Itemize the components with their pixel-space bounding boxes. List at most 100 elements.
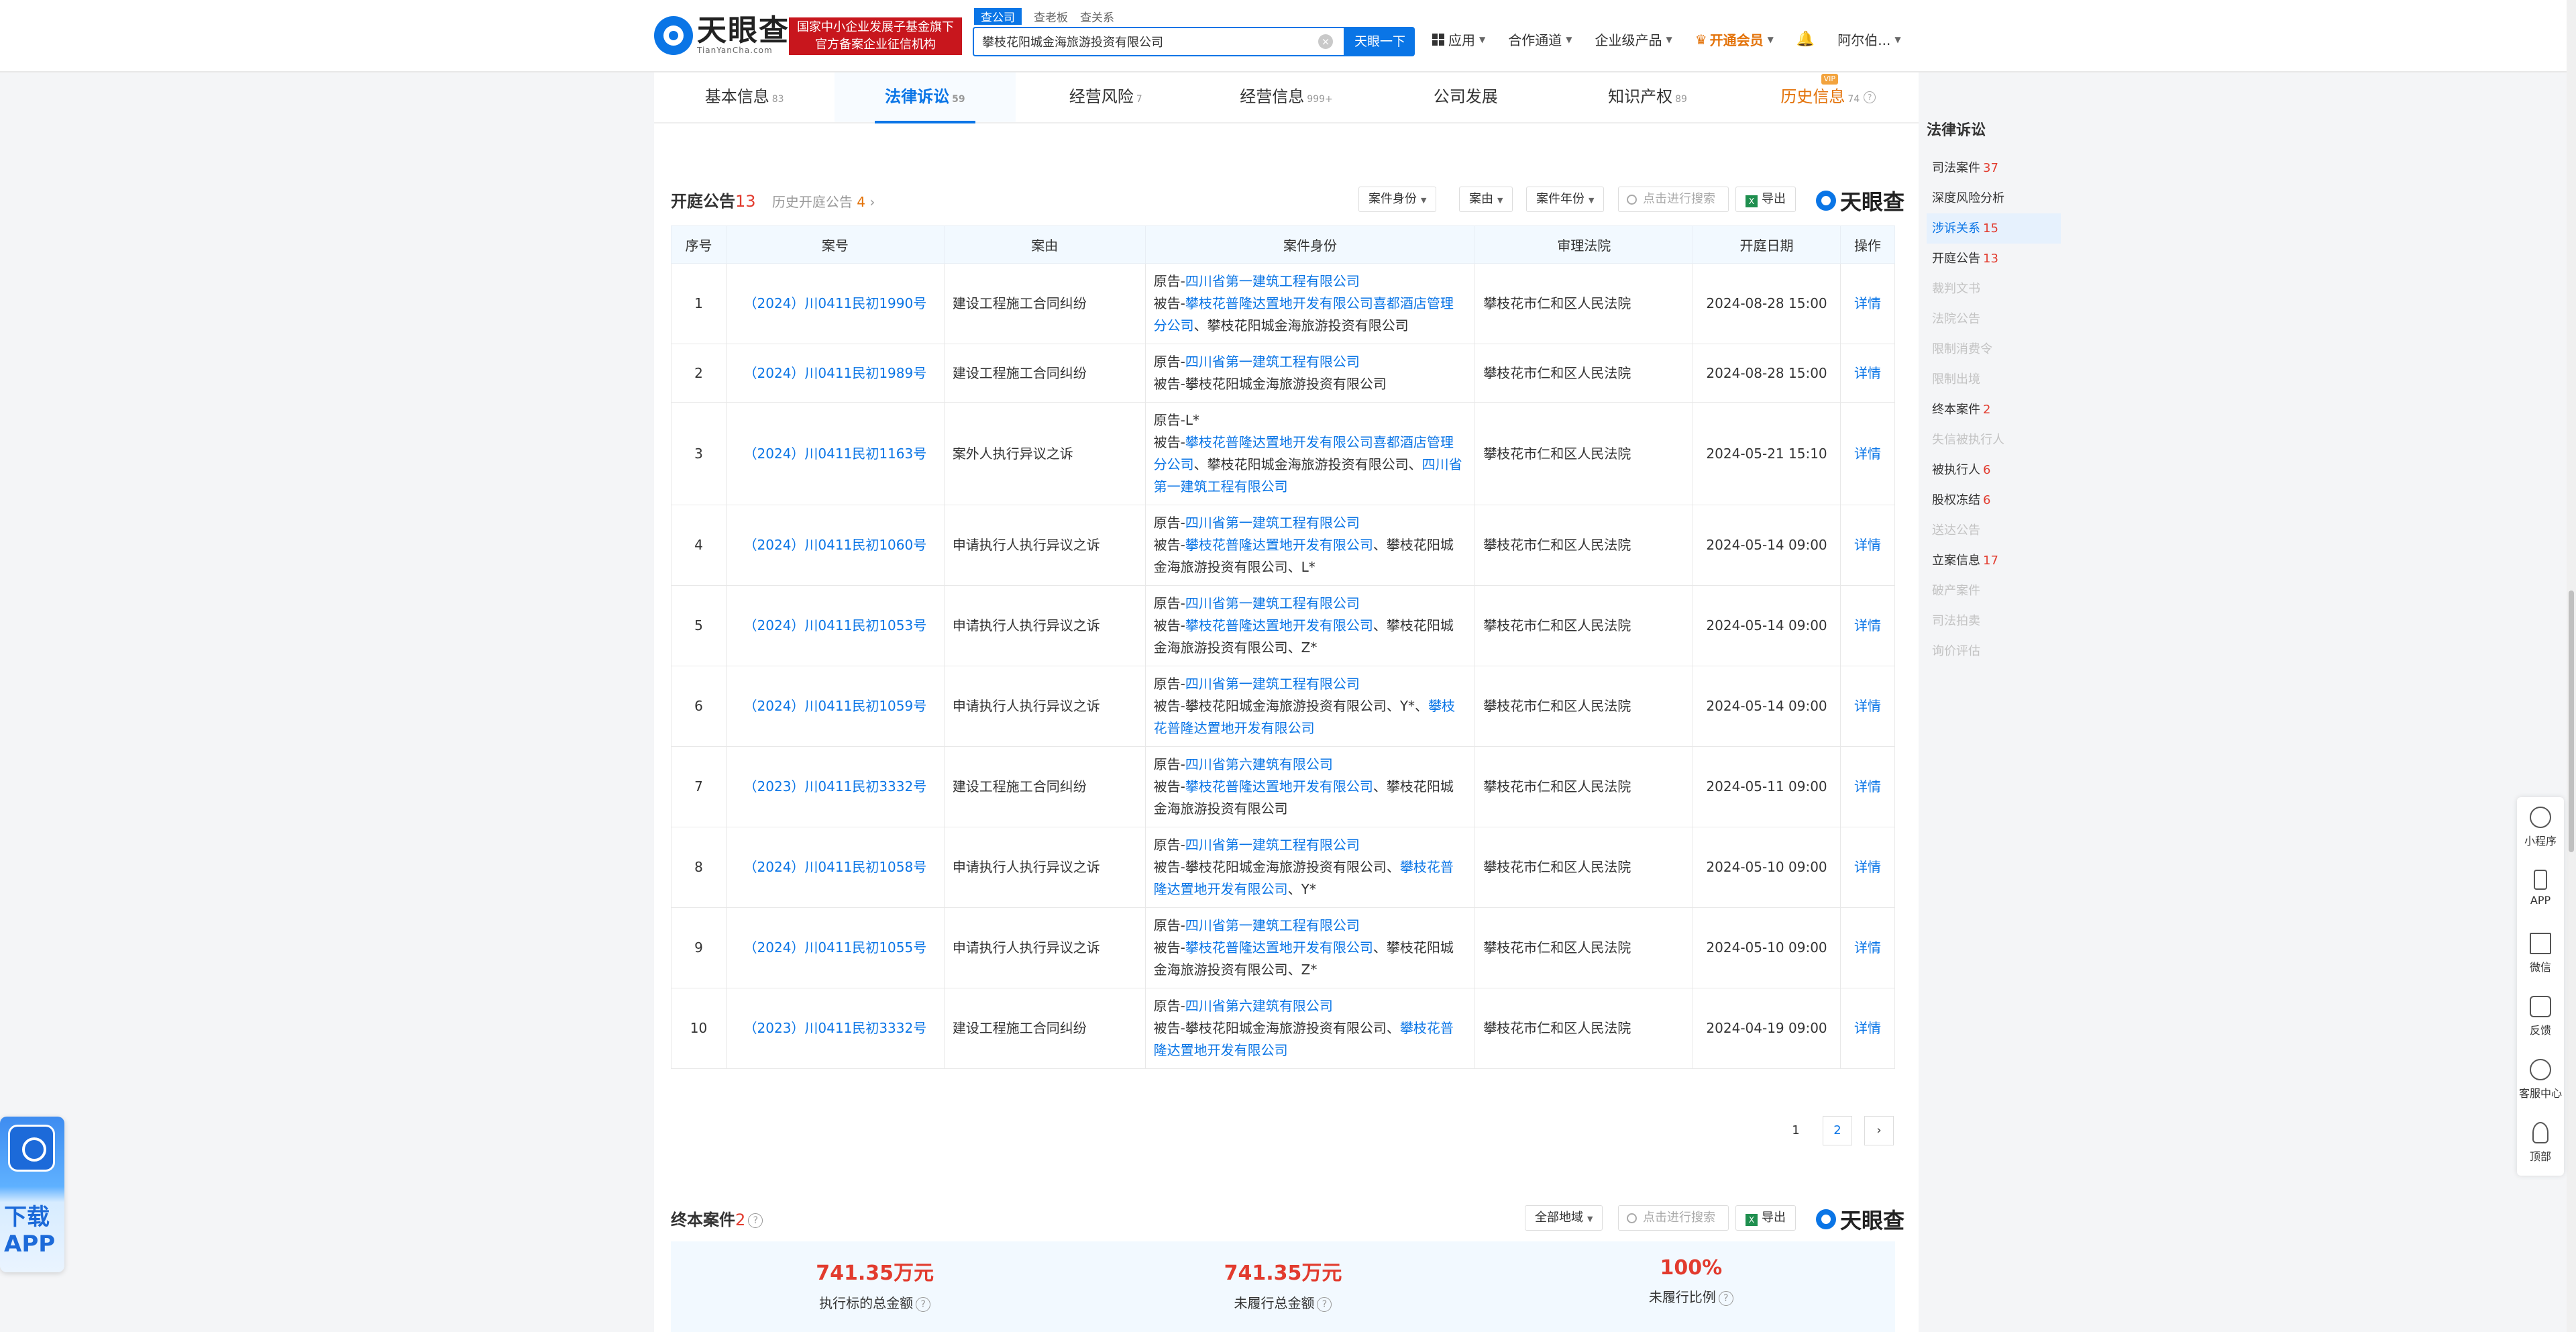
nav-channel[interactable]: 合作通道 ▼	[1508, 30, 1572, 49]
court-export-button[interactable]: X 导出	[1735, 187, 1796, 212]
final-export-button[interactable]: X 导出	[1735, 1205, 1796, 1231]
main-content: 基本信息 83 法律诉讼 59 经营风险 7 经营信息 999+ 公司发展 知识产权 89…	[654, 72, 1919, 1332]
filter-case-year[interactable]: 案件年份 ▼	[1526, 187, 1605, 212]
plaintiff-link[interactable]: 四川省第六建筑有限公司	[1185, 998, 1333, 1014]
scrollbar-thumb[interactable]	[2569, 591, 2574, 852]
next-page-button[interactable]: ›	[1864, 1116, 1894, 1145]
plaintiff-prefix: 原告-	[1153, 917, 1185, 933]
back-to-top-button[interactable]: 顶部	[2517, 1113, 2564, 1176]
tab-operation[interactable]: 经营信息 999+	[1196, 72, 1377, 122]
details-link[interactable]: 详情	[1839, 344, 1896, 403]
notifications[interactable]: 🔔	[1796, 31, 1815, 48]
details-link[interactable]: 详情	[1839, 907, 1896, 988]
clear-icon[interactable]: ×	[1318, 34, 1333, 49]
plaintiff-link[interactable]: 四川省第一建筑工程有限公司	[1185, 837, 1360, 853]
filter-case-reason[interactable]: 案由 ▼	[1459, 187, 1513, 212]
tab-risk[interactable]: 经营风险 7	[1016, 72, 1196, 122]
details-link[interactable]: 详情	[1839, 263, 1896, 344]
search-button[interactable]: 天眼一下	[1345, 27, 1415, 56]
case-number-link[interactable]: （2024）川0411民初1059号	[725, 666, 945, 747]
search-tab-boss[interactable]: 查老板	[1034, 8, 1068, 25]
cell-court: 攀枝花市仁和区人民法院	[1474, 746, 1694, 827]
case-number-link[interactable]: （2024）川0411民初1163号	[725, 402, 945, 505]
details-link[interactable]: 详情	[1839, 666, 1896, 747]
official-badge: 国家中小企业发展子基金旗下 官方备案企业征信机构	[789, 17, 962, 55]
page-2[interactable]: 2	[1823, 1116, 1852, 1145]
user-menu[interactable]: 阿尔伯... ▼	[1837, 30, 1900, 49]
download-app-promo[interactable]: 下载 APP	[0, 1117, 64, 1278]
sidebar-item[interactable]: 涉诉关系 15	[1927, 213, 2061, 244]
plaintiff-link[interactable]: 四川省第一建筑工程有限公司	[1185, 515, 1360, 531]
sidebar-list: 司法案件 37 深度风险分析 涉诉关系 15 开庭公告 13 裁判文书 法院公告 限制消费令 限制出…	[1927, 153, 2061, 666]
court-search-input[interactable]: 点击进行搜索	[1618, 187, 1729, 212]
plaintiff-link[interactable]: 四川省第一建筑工程有限公司	[1185, 273, 1360, 289]
tab-history[interactable]: VIP 历史信息 74?	[1738, 72, 1919, 122]
tab-ip[interactable]: 知识产权 89	[1557, 72, 1737, 122]
final-search-input[interactable]: 点击进行搜索	[1618, 1205, 1729, 1231]
plaintiff-link[interactable]: 四川省第六建筑有限公司	[1185, 756, 1333, 772]
page-scrollbar[interactable]	[2567, 0, 2576, 1332]
filter-region[interactable]: 全部地域 ▼	[1525, 1205, 1603, 1231]
case-number-link[interactable]: （2024）川0411民初1989号	[725, 344, 945, 403]
mini-program-button[interactable]: 小程序	[2517, 797, 2564, 860]
page-1[interactable]: 1	[1781, 1116, 1811, 1145]
plaintiff-link[interactable]: 四川省第一建筑工程有限公司	[1185, 917, 1360, 933]
case-number-link[interactable]: （2023）川0411民初3332号	[725, 746, 945, 827]
help-icon[interactable]: ?	[916, 1296, 931, 1312]
plaintiff-line: 原告-四川省第一建筑工程有限公司	[1154, 512, 1467, 534]
sidebar-item[interactable]: 被执行人 6	[1927, 455, 2061, 485]
wechat-button[interactable]: 微信	[2517, 923, 2564, 986]
nav-vip[interactable]: ♛ 开通会员 ▼	[1695, 30, 1774, 49]
plaintiff-link[interactable]: 四川省第一建筑工程有限公司	[1185, 595, 1360, 611]
details-link[interactable]: 详情	[1839, 827, 1896, 908]
help-icon[interactable]: ?	[1317, 1296, 1332, 1312]
history-court-link[interactable]: 历史开庭公告 4 ›	[772, 194, 875, 210]
help-icon[interactable]: ?	[1718, 1290, 1733, 1306]
sidebar-item[interactable]: 开庭公告 13	[1927, 244, 2061, 274]
sidebar-item: 限制出境	[1927, 364, 2061, 395]
tab-development[interactable]: 公司发展	[1377, 72, 1557, 122]
nav-apps[interactable]: 应用 ▼	[1432, 30, 1485, 49]
defendant-link[interactable]: 攀枝花普隆达置地开发有限公司	[1185, 939, 1373, 956]
defendant-link[interactable]: 攀枝花普隆达置地开发有限公司	[1185, 617, 1373, 633]
case-number-link[interactable]: （2024）川0411民初1053号	[725, 585, 945, 666]
tool-label: 微信	[2529, 961, 2551, 974]
filter-case-role[interactable]: 案件身份 ▼	[1358, 187, 1437, 212]
case-number-link[interactable]: （2024）川0411民初1060号	[725, 505, 945, 586]
case-number-link[interactable]: （2023）川0411民初3332号	[725, 988, 945, 1069]
court-table-body: 1 （2024）川0411民初1990号 建设工程施工合同纠纷 原告-四川省第一建筑工…	[671, 263, 1896, 1069]
sidebar-item[interactable]: 立案信息 17	[1927, 546, 2061, 576]
customer-service-button[interactable]: 客服中心	[2517, 1049, 2564, 1113]
defendant-link[interactable]: 攀枝花普隆达置地开发有限公司	[1185, 537, 1373, 553]
nav-enterprise[interactable]: 企业级产品 ▼	[1595, 30, 1672, 49]
help-icon[interactable]: ?	[1864, 91, 1876, 103]
case-number-link[interactable]: （2024）川0411民初1055号	[725, 907, 945, 988]
app-promo-card[interactable]: 下载 APP	[0, 1117, 64, 1272]
case-number-link[interactable]: （2024）川0411民初1058号	[725, 827, 945, 908]
sidebar-item[interactable]: 股权冻结 6	[1927, 485, 2061, 515]
sidebar-item[interactable]: 终本案件 2	[1927, 395, 2061, 425]
search-tab-company[interactable]: 查公司	[974, 8, 1022, 25]
app-button[interactable]: APP	[2517, 860, 2564, 923]
defendant-link[interactable]: 攀枝花普隆达置地开发有限公司	[1185, 778, 1373, 795]
search-input[interactable]	[974, 28, 1296, 55]
plaintiff-link[interactable]: 四川省第一建筑工程有限公司	[1185, 354, 1360, 370]
sidebar-item[interactable]: 深度风险分析	[1927, 183, 2061, 213]
sidebar-item[interactable]: 司法案件 37	[1927, 153, 2061, 183]
nav-vip-label: 开通会员	[1709, 32, 1764, 48]
table-row: 3 （2024）川0411民初1163号 案外人执行异议之诉 原告-L* 被告-攀枝花普…	[671, 402, 1896, 505]
tab-legal[interactable]: 法律诉讼 59	[835, 72, 1016, 123]
details-link[interactable]: 详情	[1839, 505, 1896, 586]
details-link[interactable]: 详情	[1839, 746, 1896, 827]
logo[interactable]: 天眼查 TianYanCha.com	[654, 16, 790, 55]
feedback-button[interactable]: 反馈	[2517, 986, 2564, 1049]
search-tab-relation[interactable]: 查关系	[1080, 8, 1114, 25]
help-icon[interactable]: ?	[748, 1213, 763, 1228]
plaintiff-link[interactable]: 四川省第一建筑工程有限公司	[1185, 676, 1360, 692]
details-link[interactable]: 详情	[1839, 402, 1896, 505]
cell-reason: 申请执行人执行异议之诉	[943, 505, 1146, 586]
details-link[interactable]: 详情	[1839, 585, 1896, 666]
tab-basic-info[interactable]: 基本信息 83	[654, 72, 835, 122]
case-number-link[interactable]: （2024）川0411民初1990号	[725, 263, 945, 344]
details-link[interactable]: 详情	[1839, 988, 1896, 1069]
